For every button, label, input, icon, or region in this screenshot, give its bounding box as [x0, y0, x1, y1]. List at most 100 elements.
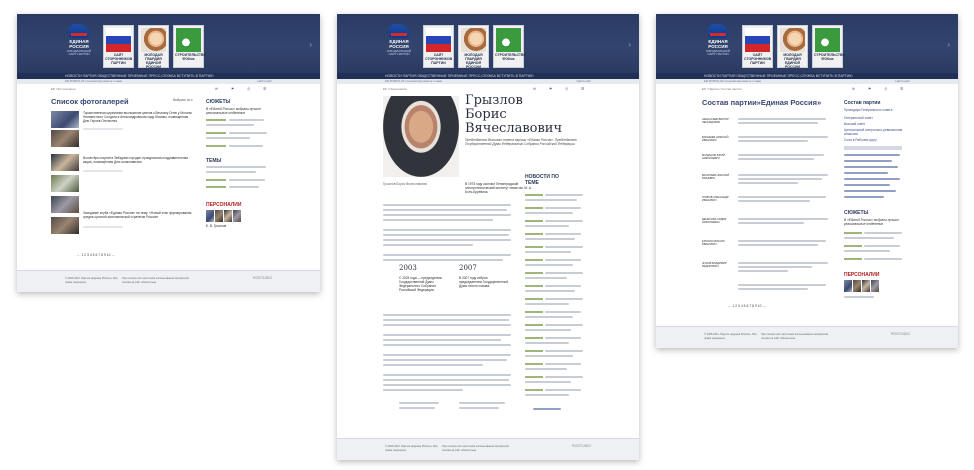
news-link[interactable] — [525, 277, 567, 279]
section-link[interactable]: Президиум Генерального совета — [844, 108, 904, 112]
share-icons[interactable]: ✉ ⚑ ⎙ ☰ — [215, 87, 272, 91]
theme-link[interactable] — [206, 171, 256, 173]
studio-credit[interactable]: ROSTUDIO — [253, 276, 272, 280]
section-link[interactable] — [844, 184, 890, 186]
section-link[interactable] — [844, 178, 900, 180]
news-link[interactable] — [545, 324, 583, 326]
news-link[interactable] — [545, 285, 581, 287]
news-link[interactable] — [545, 376, 583, 378]
news-link[interactable] — [545, 246, 583, 248]
sort-dropdown[interactable]: Выбрать по ▾ — [173, 98, 193, 102]
person-name[interactable]: Б. В. Грызлов — [206, 224, 226, 228]
person-photo[interactable] — [215, 210, 223, 222]
news-link[interactable] — [525, 381, 571, 383]
section-link[interactable] — [844, 172, 888, 174]
section-link[interactable] — [844, 154, 900, 156]
topic-link[interactable]: В «Единой России» выбрали лучшие региона… — [206, 107, 276, 115]
find-site-link[interactable]: Найти сайт — [257, 79, 272, 84]
chevron-right-icon[interactable]: › — [628, 40, 631, 49]
banner-supporters[interactable]: САЙТ СТОРОННИКОВ ПАРТИИ — [103, 25, 134, 68]
news-link[interactable] — [525, 264, 573, 266]
breadcrumb[interactable]: ЕР / Фотогалереи — [51, 87, 76, 91]
section-link[interactable]: Союз в Рабочем кругу — [844, 138, 904, 142]
news-link[interactable] — [525, 342, 569, 344]
banner-construction[interactable]: СТРОИТЕЛЬСТВО ФОКов — [173, 25, 206, 68]
section-link[interactable]: Центральный контрольно-ревизионная комис… — [844, 128, 904, 136]
news-link[interactable] — [525, 225, 569, 227]
news-link[interactable] — [525, 329, 571, 331]
studio-credit[interactable]: ROSTUDIO — [891, 332, 910, 336]
news-link[interactable] — [545, 220, 583, 222]
news-link[interactable] — [525, 355, 573, 357]
party-logo[interactable]: ЕДИНАЯ РОССИЯ ОФИЦИАЛЬНЫЙ САЙТ ПАРТИИ — [704, 24, 732, 60]
news-link[interactable] — [545, 298, 583, 300]
news-link[interactable] — [545, 337, 581, 339]
studio-credit[interactable]: ROSTUDIO — [572, 444, 591, 448]
person-photo[interactable] — [206, 210, 214, 222]
party-logo[interactable]: ЕДИНАЯ РОССИЯ ОФИЦИАЛЬНЫЙ САЙТ ПАРТИИ — [65, 24, 93, 60]
person-photo[interactable] — [844, 280, 852, 292]
breadcrumb[interactable]: ЕР / Персоналии — [383, 87, 407, 91]
news-link[interactable] — [545, 389, 581, 391]
member-name[interactable]: ЕРОХИН МИХАИЛ ИВАНОВИЧ — [702, 240, 732, 246]
gallery-thumbnail[interactable] — [51, 130, 79, 147]
gallery-title[interactable]: Волонтёры партии в Звёздном городке: пра… — [83, 156, 195, 164]
gallery-thumbnail[interactable] — [51, 154, 79, 171]
theme-link[interactable] — [229, 186, 259, 188]
banner-young-guard[interactable]: МОЛОДАЯ ГВАРДИЯ ЕДИНОЙ РОССИИ — [777, 25, 808, 69]
news-link[interactable] — [525, 303, 569, 305]
news-link[interactable] — [525, 394, 569, 396]
news-link[interactable] — [525, 368, 567, 370]
member-name[interactable]: АФАНАСЬЕВ ВИКТОР ЛЕОНИДОВИЧ — [702, 118, 732, 124]
person-photo[interactable] — [862, 280, 870, 292]
portal-link[interactable]: ER-PORTAL.RU Слушай мир вместе с нами — [65, 79, 122, 84]
chevron-right-icon[interactable]: › — [947, 40, 950, 49]
theme-link[interactable] — [206, 166, 266, 168]
theme-link[interactable] — [229, 179, 265, 181]
person-name[interactable] — [844, 296, 874, 298]
gallery-thumbnail[interactable] — [51, 217, 79, 234]
member-name[interactable]: ДЕНИСОВА ЛИДИЯ НИКОЛАЕВНА — [702, 218, 732, 224]
section-link[interactable] — [844, 190, 896, 192]
party-logo[interactable]: ЕДИНАЯ РОССИЯ ОФИЦИАЛЬНЫЙ САЙТ ПАРТИИ — [385, 24, 413, 60]
all-news-link[interactable] — [533, 408, 561, 410]
person-photo[interactable] — [224, 210, 232, 222]
news-link[interactable] — [525, 316, 573, 318]
banner-construction[interactable]: СТРОИТЕЛЬСТВО ФОКов — [493, 25, 526, 68]
section-link[interactable] — [844, 196, 884, 198]
portal-link[interactable]: ER-PORTAL.RU Слушай мир вместе с нами — [385, 79, 442, 84]
news-link[interactable] — [545, 272, 583, 274]
breadcrumb[interactable]: ЕР / Партия / Состав партии — [702, 87, 742, 91]
news-link[interactable] — [525, 251, 571, 253]
section-link[interactable]: Высший совет — [844, 122, 904, 126]
gallery-thumbnail[interactable] — [51, 111, 79, 128]
section-link[interactable] — [844, 166, 898, 168]
gallery-title[interactable]: Заседание клуба «Единая Россия» на тему:… — [83, 211, 195, 219]
member-name[interactable]: БАРЫШЕВ НИКОЛАЙ ИВАНОВИЧ — [702, 136, 732, 142]
gallery-thumbnail[interactable] — [51, 196, 79, 213]
news-link[interactable] — [545, 311, 581, 313]
banner-young-guard[interactable]: МОЛОДАЯ ГВАРДИЯ ЕДИНОЙ РОССИИ — [138, 25, 169, 69]
find-site-link[interactable]: Найти сайт — [576, 79, 591, 84]
news-link[interactable] — [525, 238, 575, 240]
share-icons[interactable]: ✉ ⚑ ⎙ ☰ — [852, 87, 909, 91]
news-link[interactable] — [525, 212, 573, 214]
chevron-right-icon[interactable]: › — [309, 40, 312, 49]
topic-link[interactable]: В «Единой России» выбрали лучшие региона… — [844, 218, 910, 226]
person-photo[interactable] — [853, 280, 861, 292]
find-site-link[interactable]: Найти сайт — [895, 79, 910, 84]
portal-link[interactable]: ER-PORTAL.RU Слушай мир вместе с нами — [704, 79, 761, 84]
gallery-thumbnail[interactable] — [51, 175, 79, 192]
banner-supporters[interactable]: САЙТ СТОРОННИКОВ ПАРТИИ — [742, 25, 773, 68]
member-name[interactable]: ВАСИЛЬЕВ НИКОЛАЙ ЮРЬЕВИЧ — [702, 174, 732, 180]
banner-young-guard[interactable]: МОЛОДАЯ ГВАРДИЯ ЕДИНОЙ РОССИИ — [458, 25, 489, 69]
pagination[interactable]: ← 1 2 3 4 5 6 7 8 9 10 → — [728, 304, 766, 308]
share-icons[interactable]: ✉ ⚑ ⎙ ☰ — [533, 87, 590, 91]
banner-construction[interactable]: СТРОИТЕЛЬСТВО ФОКов — [812, 25, 845, 68]
person-photo[interactable] — [233, 210, 241, 222]
news-link[interactable] — [545, 350, 583, 352]
selected-section[interactable] — [844, 146, 902, 150]
news-link[interactable] — [545, 363, 581, 365]
news-link[interactable] — [525, 199, 577, 201]
section-link[interactable] — [844, 160, 892, 162]
